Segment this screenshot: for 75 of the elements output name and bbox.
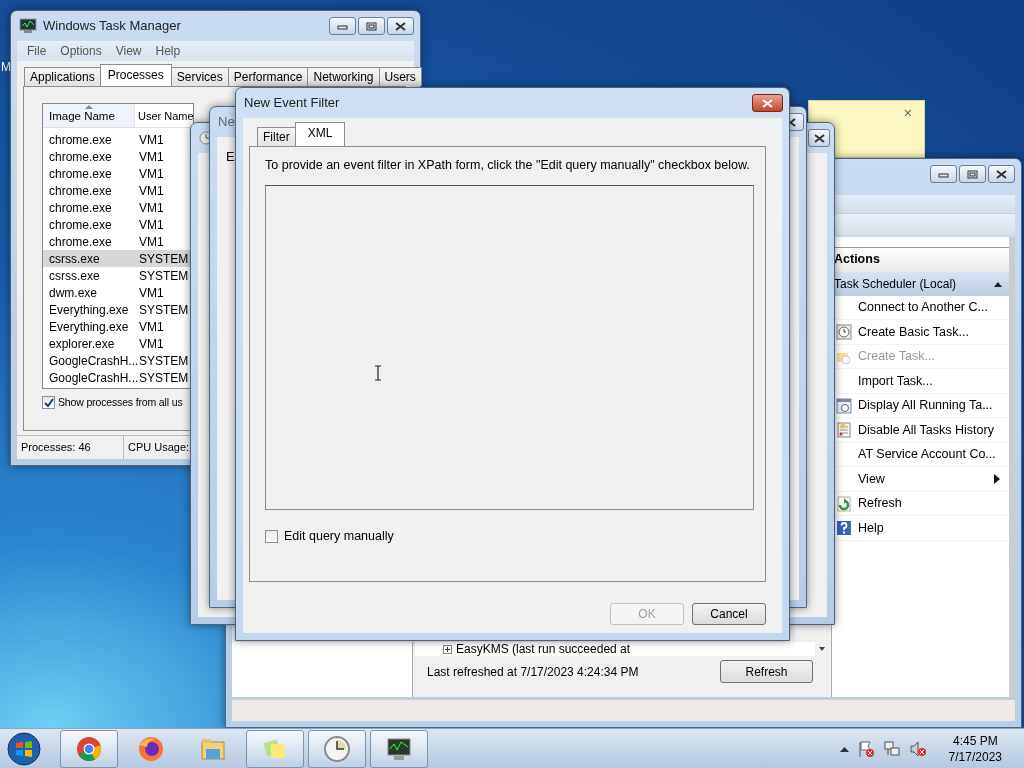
process-row[interactable]: GoogleCrashH...SYSTEM	[43, 369, 193, 386]
section-header[interactable]: Task Scheduler (Local)	[832, 271, 1009, 296]
process-row[interactable]: explorer.exe VM1	[43, 335, 193, 352]
process-row[interactable]: csrss.exe SYSTEM	[43, 250, 193, 267]
tab[interactable]: Applications	[24, 67, 101, 86]
section-title: Task Scheduler (Local)	[834, 275, 957, 293]
table-cell-text: VM1	[138, 335, 164, 353]
status-text: Processes: 46	[17, 436, 124, 459]
table-cell-text: chrome.exe	[48, 233, 113, 251]
table-cell-text: Everything.exe	[48, 318, 130, 336]
table-cell-text: VM1	[138, 233, 164, 251]
refresh-button[interactable]: Refresh	[720, 660, 813, 683]
clock-date[interactable]: 7/17/2023	[948, 748, 1002, 765]
window-title: Windows Task Manager	[43, 17, 181, 36]
table-cell-text: VM1	[138, 131, 164, 149]
table-cell-text: explorer.exe	[48, 335, 116, 353]
table-cell-text: chrome.exe	[48, 216, 113, 234]
menu-item[interactable]: Options	[60, 42, 102, 60]
window-title: New Event Filter	[244, 94, 340, 113]
tab[interactable]: Filter	[257, 127, 296, 146]
tab[interactable]: Services	[170, 67, 229, 86]
table-cell-text: SYSTEM	[138, 250, 189, 268]
process-row[interactable]: chrome.exe VM1	[43, 216, 193, 233]
status-text: Last refreshed at 7/17/2023 4:24:34 PM	[427, 663, 639, 681]
table-cell-text: chrome.exe	[48, 199, 113, 217]
table-cell-text: VM1	[138, 284, 164, 302]
column-label: Image Name	[49, 110, 115, 123]
menu-item[interactable]: File	[27, 42, 47, 60]
process-row[interactable]: chrome.exe VM1	[43, 148, 193, 165]
table-cell-text: VM1	[138, 148, 164, 166]
process-row[interactable]: chrome.exe VM1	[43, 233, 193, 250]
process-row[interactable]: chrome.exe VM1	[43, 199, 193, 216]
table-cell-text: VM1	[138, 199, 164, 217]
tab[interactable]: Processes	[99, 64, 172, 86]
table-cell-text: VM1	[138, 318, 164, 336]
column-header[interactable]: Image Name	[43, 104, 135, 127]
close-button[interactable]: ×	[903, 103, 912, 124]
table-cell-text: chrome.exe	[48, 148, 113, 166]
table-cell-text: chrome.exe	[48, 165, 113, 183]
column-label: User Name	[138, 110, 193, 123]
actions-header: Actions	[832, 247, 1009, 272]
process-row[interactable]: csrss.exe SYSTEM	[43, 267, 193, 284]
tab[interactable]: Performance	[227, 67, 309, 86]
dialog-button[interactable]: Cancel	[692, 603, 766, 625]
process-row[interactable]: chrome.exe VM1	[43, 165, 193, 182]
checkbox-label[interactable]: Show processes from all us	[58, 395, 183, 411]
process-row[interactable]: GoogleCrashH...SYSTEM	[43, 352, 193, 369]
table-cell-text: csrss.exe	[48, 250, 101, 268]
status-text: CPU Usage:	[127, 440, 191, 456]
instruction-text: To provide an event filter in XPath form, click the "Edit query manually" checkbox below.	[265, 157, 751, 174]
menu-item[interactable]: Help	[155, 42, 181, 60]
tab[interactable]: Networking	[307, 67, 380, 86]
table-cell-text: SYSTEM	[138, 301, 189, 319]
table-cell-text: VM1	[138, 216, 164, 234]
desktop-icon-label: M	[1, 59, 11, 76]
table-cell-text: csrss.exe	[48, 267, 101, 285]
tab[interactable]: Users	[378, 67, 422, 86]
table-cell-text: chrome.exe	[48, 182, 113, 200]
process-row[interactable]: chrome.exe VM1	[43, 131, 193, 148]
table-cell-text: dwm.exe	[48, 284, 99, 302]
table-cell-text: Everything.exe	[48, 301, 130, 319]
form-label: E	[226, 148, 235, 166]
process-row[interactable]: Everything.exe VM1	[43, 318, 193, 335]
table-cell-text: VM1	[138, 182, 164, 200]
process-row[interactable]: Everything.exe SYSTEM	[43, 301, 193, 318]
process-row[interactable]: chrome.exe VM1	[43, 182, 193, 199]
checkbox-label[interactable]: Edit query manually	[284, 526, 394, 546]
clock-time[interactable]: 4:45 PM	[952, 732, 998, 749]
window-title: Ne	[218, 113, 235, 132]
process-row[interactable]: dwm.exe VM1	[43, 284, 193, 301]
tab[interactable]: XML	[294, 122, 346, 146]
menu-item[interactable]: View	[115, 42, 142, 60]
table-cell-text: chrome.exe	[48, 131, 113, 149]
table-cell-text: VM1	[138, 165, 164, 183]
table-cell-text: SYSTEM	[138, 267, 189, 285]
